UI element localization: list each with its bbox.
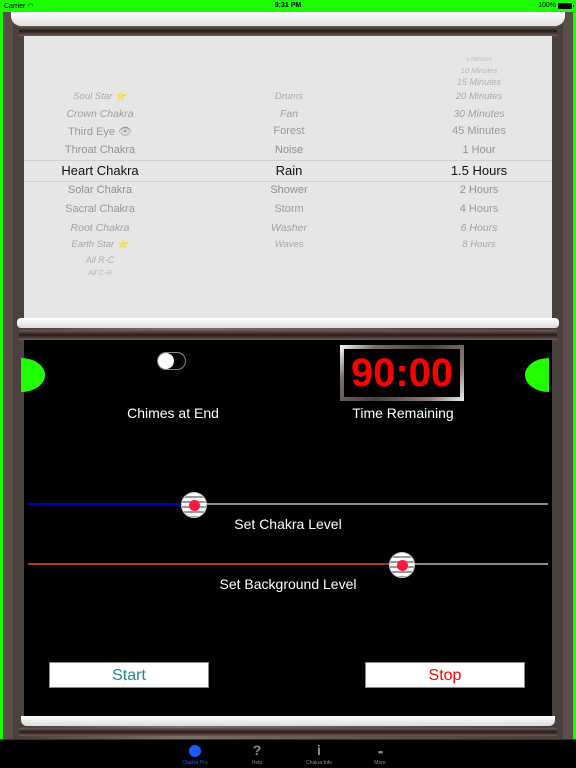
timer-label: Time Remaining bbox=[352, 405, 454, 421]
slider-min-track bbox=[28, 563, 403, 565]
more-icon: •• bbox=[377, 747, 383, 757]
chimes-label: Chimes at End bbox=[127, 405, 219, 421]
picker-item[interactable]: Storm bbox=[214, 203, 364, 215]
picker-item[interactable]: Shower bbox=[214, 184, 364, 196]
status-time: 9:31 PM bbox=[274, 2, 302, 9]
picker-item[interactable]: Earth Star ⭐ bbox=[24, 239, 176, 250]
picker-item[interactable]: 30 Minutes bbox=[404, 108, 552, 120]
picker-item[interactable]: Throat Chakra bbox=[24, 144, 176, 156]
battery-indicator: 100% bbox=[538, 2, 574, 9]
picker-item[interactable]: Sacral Chakra bbox=[24, 203, 176, 215]
picker-item[interactable]: Waves bbox=[214, 239, 364, 250]
background-sound-picker[interactable]: Drums Fan Forest Noise Rain Shower Storm Washer… bbox=[214, 36, 364, 320]
picker-item[interactable]: 2 Hours bbox=[404, 184, 552, 196]
app-window: Soul Star ⭐ Crown Chakra Third Eye 👁 Throat… bbox=[3, 12, 573, 739]
start-button[interactable]: Start bbox=[49, 662, 209, 688]
duration-picker[interactable]: 5 Minutes 10 Minutes 15 Minutes 20 Minutes 3… bbox=[404, 36, 552, 320]
bottom-shelf bbox=[21, 716, 555, 726]
top-rail bbox=[19, 26, 557, 36]
picker-item[interactable]: 20 Minutes bbox=[404, 91, 552, 102]
tab-chakra-info[interactable]: i Chakra Info bbox=[289, 742, 349, 766]
picker-item[interactable]: 8 Hours bbox=[404, 239, 552, 250]
middle-rail bbox=[19, 330, 557, 340]
picker-item[interactable]: Washer bbox=[214, 222, 364, 234]
picker-item[interactable]: All C-R bbox=[24, 268, 176, 277]
stop-button[interactable]: Stop bbox=[365, 662, 525, 688]
picker-item[interactable]: 6 Hours bbox=[404, 222, 552, 234]
toggle-knob bbox=[158, 353, 174, 369]
tab-chakra-pro[interactable]: Chakra Pro bbox=[165, 742, 225, 766]
timer-display: 90:00 bbox=[340, 345, 464, 401]
picker-item[interactable]: Soul Star ⭐ bbox=[24, 91, 176, 102]
background-level-label: Set Background Level bbox=[219, 576, 357, 592]
picker-item[interactable]: Forest bbox=[214, 125, 364, 137]
chakra-picker[interactable]: Soul Star ⭐ Crown Chakra Third Eye 👁 Throat… bbox=[24, 36, 176, 320]
picker-item[interactable]: 4 Hours bbox=[404, 203, 552, 215]
help-icon: ? bbox=[252, 742, 262, 758]
slider-thumb[interactable] bbox=[389, 552, 416, 578]
picker-item[interactable]: Fan bbox=[214, 108, 364, 120]
background-level-slider[interactable] bbox=[28, 552, 548, 578]
picker-item[interactable]: 15 Minutes bbox=[404, 77, 552, 87]
picker-item[interactable]: Drums bbox=[214, 91, 364, 102]
top-shelf bbox=[11, 12, 565, 26]
status-bar: Carrier ◠ 9:31 PM 100% bbox=[0, 0, 576, 12]
picker-item[interactable]: 10 Minutes bbox=[404, 66, 552, 75]
slider-max-track bbox=[402, 563, 548, 565]
picker-item[interactable]: 1.5 Hours bbox=[404, 163, 552, 178]
chakra-level-slider[interactable] bbox=[28, 492, 548, 518]
picker-item[interactable]: Noise bbox=[214, 144, 364, 156]
picker-panel: Soul Star ⭐ Crown Chakra Third Eye 👁 Throat… bbox=[24, 36, 552, 320]
picker-item[interactable]: Rain bbox=[214, 163, 364, 178]
timer-value: 90:00 bbox=[344, 349, 460, 397]
chakra-level-label: Set Chakra Level bbox=[234, 516, 342, 532]
picker-item[interactable]: 1 Hour bbox=[404, 144, 552, 156]
picker-item[interactable]: Third Eye 👁 bbox=[24, 125, 176, 138]
picker-item[interactable]: 45 Minutes bbox=[404, 125, 552, 137]
tab-bar: Chakra Pro ? Help i Chakra Info •• More bbox=[0, 739, 576, 768]
slider-thumb[interactable] bbox=[181, 492, 208, 518]
slider-min-track bbox=[28, 503, 195, 505]
tab-help[interactable]: ? Help bbox=[227, 742, 287, 766]
info-icon: i bbox=[317, 742, 321, 758]
battery-icon bbox=[558, 2, 574, 9]
middle-shelf bbox=[17, 318, 559, 328]
chakra-face-icon bbox=[189, 745, 201, 757]
picker-item[interactable]: Root Chakra bbox=[24, 222, 176, 234]
tab-more[interactable]: •• More bbox=[350, 742, 410, 766]
slider-max-track bbox=[194, 503, 548, 505]
picker-item[interactable]: Solar Chakra bbox=[24, 184, 176, 196]
picker-item[interactable]: All R-C bbox=[24, 255, 176, 265]
bottom-rail bbox=[19, 728, 557, 736]
picker-item[interactable]: Heart Chakra bbox=[24, 163, 176, 178]
picker-item[interactable]: 5 Minutes bbox=[404, 57, 552, 63]
chimes-toggle[interactable] bbox=[157, 352, 186, 370]
picker-item[interactable]: Crown Chakra bbox=[24, 108, 176, 120]
